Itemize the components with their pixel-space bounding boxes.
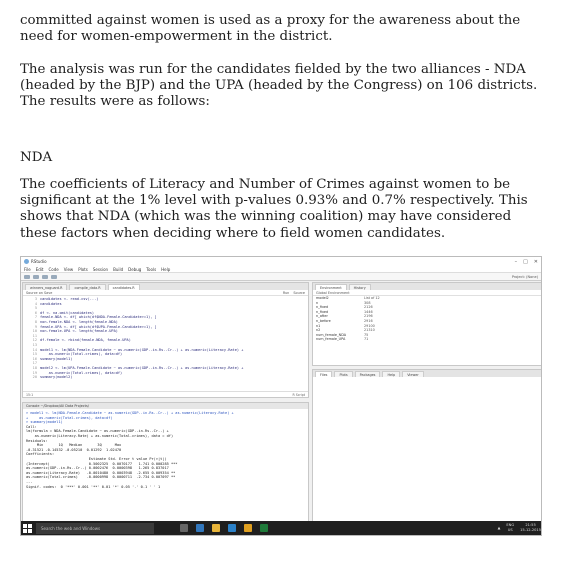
menu-bar: File Edit Code View Plots Session Build Debug To… (21, 266, 541, 273)
environment-pane: Environment History Global Environment mo… (312, 282, 541, 366)
menu-item-session[interactable]: Session (93, 267, 108, 272)
clock-date: 15-12-2015 (520, 528, 541, 532)
menu-item-view[interactable]: View (64, 267, 74, 272)
variable-name: num_female_UPA (316, 337, 346, 342)
minimize-icon[interactable]: – (515, 259, 518, 265)
files-tab[interactable]: Plots (334, 371, 353, 377)
files-tab[interactable]: Packages (354, 371, 381, 377)
source-editor-pane: winners_noguard.R compile_data.R candidate… (22, 282, 309, 398)
line-number: 20 (32, 375, 37, 380)
file-type-selector[interactable]: R Script (293, 393, 305, 397)
tray-region: US (507, 528, 513, 532)
taskbar-clock[interactable]: 21:55 15-12-2015 (520, 523, 541, 532)
edge-icon[interactable] (196, 524, 204, 532)
article-paragraph-2: The analysis was run for the candidates … (20, 62, 538, 110)
new-file-icon[interactable] (24, 274, 30, 279)
windows-taskbar: Search the web and Windows ▲ ENG US 21:5… (21, 521, 541, 535)
section-heading-nda: NDA (20, 150, 53, 165)
rstudio-screenshot: RStudio – □ ✕ File Edit Code View Plots Sessi… (20, 256, 542, 536)
run-button[interactable]: Run (283, 291, 290, 295)
window-title: RStudio (31, 259, 47, 264)
system-tray: ▲ ENG US 21:55 15-12-2015 (498, 523, 541, 532)
save-icon[interactable] (42, 274, 48, 279)
environment-list: model2 List of 12 n 308 n_fixed 2126 n_fixed 14… (313, 296, 541, 342)
main-toolbar: Project: (None) (21, 273, 541, 281)
files-tab[interactable]: Files (315, 371, 333, 377)
store-icon[interactable] (228, 524, 236, 532)
menu-item-build[interactable]: Build (113, 267, 123, 272)
files-tab[interactable]: Help (382, 371, 401, 377)
excel-icon[interactable] (260, 524, 268, 532)
code-text: non.female.UPA <- length(female.UPA) (40, 329, 118, 334)
editor-tab[interactable]: winners_noguard.R (25, 284, 68, 290)
console-output[interactable]: > model1 <- lm(NDA.Female.Candidate ~ as… (23, 409, 308, 491)
article-paragraph-3: The coefficients of Literacy and Number … (20, 177, 528, 241)
open-file-icon[interactable] (33, 274, 39, 279)
menu-item-edit[interactable]: Edit (36, 267, 44, 272)
maximize-icon[interactable]: □ (523, 259, 528, 265)
code-line: 20 summary(model2) (25, 375, 306, 380)
menu-item-debug[interactable]: Debug (128, 267, 141, 272)
files-pane: Files Plots Packages Help Viewer (312, 369, 541, 522)
editor-status-bar: 15:1 R Script (23, 391, 308, 397)
taskbar-search-input[interactable]: Search the web and Windows (36, 522, 154, 534)
code-text: df.female <- rbind(female.NDA, female.UP… (40, 338, 131, 343)
input-language[interactable]: ENG US (506, 523, 514, 532)
console-line: Signif. codes: 0 '***' 0.001 '**' 0.01 '… (26, 484, 161, 489)
environment-tab[interactable]: Environment (315, 284, 347, 290)
menu-item-plots[interactable]: Plots (78, 267, 88, 272)
rstudio-logo-icon (24, 259, 29, 264)
tray-language: ENG (506, 523, 515, 528)
code-area[interactable]: 3 candidates <- read.csv(...) 4 candidates 5… (23, 296, 308, 381)
files-tabs: Files Plots Packages Help Viewer (313, 370, 541, 377)
network-icon[interactable]: ▲ (498, 526, 501, 530)
chrome-icon[interactable] (244, 524, 252, 532)
environment-tab[interactable]: History (348, 284, 371, 290)
source-on-save-checkbox[interactable]: Source on Save (26, 291, 52, 295)
windows-start-icon[interactable] (23, 523, 32, 533)
project-menu[interactable]: Project: (None) (512, 275, 538, 279)
menu-item-file[interactable]: File (24, 267, 31, 272)
file-explorer-icon[interactable] (212, 524, 220, 532)
menu-item-help[interactable]: Help (161, 267, 170, 272)
menu-item-tools[interactable]: Tools (146, 267, 156, 272)
cursor-position: 15:1 (26, 392, 34, 397)
clock-time: 21:55 (525, 523, 536, 528)
editor-tab[interactable]: candidates.R (107, 284, 140, 290)
editor-tabs: winners_noguard.R compile_data.R candidate… (23, 283, 308, 290)
print-icon[interactable] (51, 274, 57, 279)
editor-tab[interactable]: compile_data.R (69, 284, 106, 290)
code-text: summary(model1) (40, 356, 73, 361)
console-pane: Console ~/Dropbox/All Data Projects/ > m… (22, 402, 309, 522)
environment-tabs: Environment History (313, 283, 541, 290)
task-view-icon[interactable] (180, 524, 188, 532)
article-paragraph-1: committed against women is used as a pro… (20, 13, 521, 45)
environment-row[interactable]: num_female_UPA 71 (313, 337, 541, 342)
global-environment-dropdown[interactable]: Global Environment (316, 291, 350, 295)
variable-value: 71 (364, 337, 369, 342)
code-text: candidates (40, 301, 62, 306)
menu-item-code[interactable]: Code (48, 267, 58, 272)
files-tab[interactable]: Viewer (402, 371, 424, 377)
close-icon[interactable]: ✕ (534, 259, 538, 265)
source-button[interactable]: Source (293, 291, 305, 295)
window-titlebar: RStudio – □ ✕ (21, 257, 541, 266)
code-text: summary(model2) (40, 375, 73, 380)
